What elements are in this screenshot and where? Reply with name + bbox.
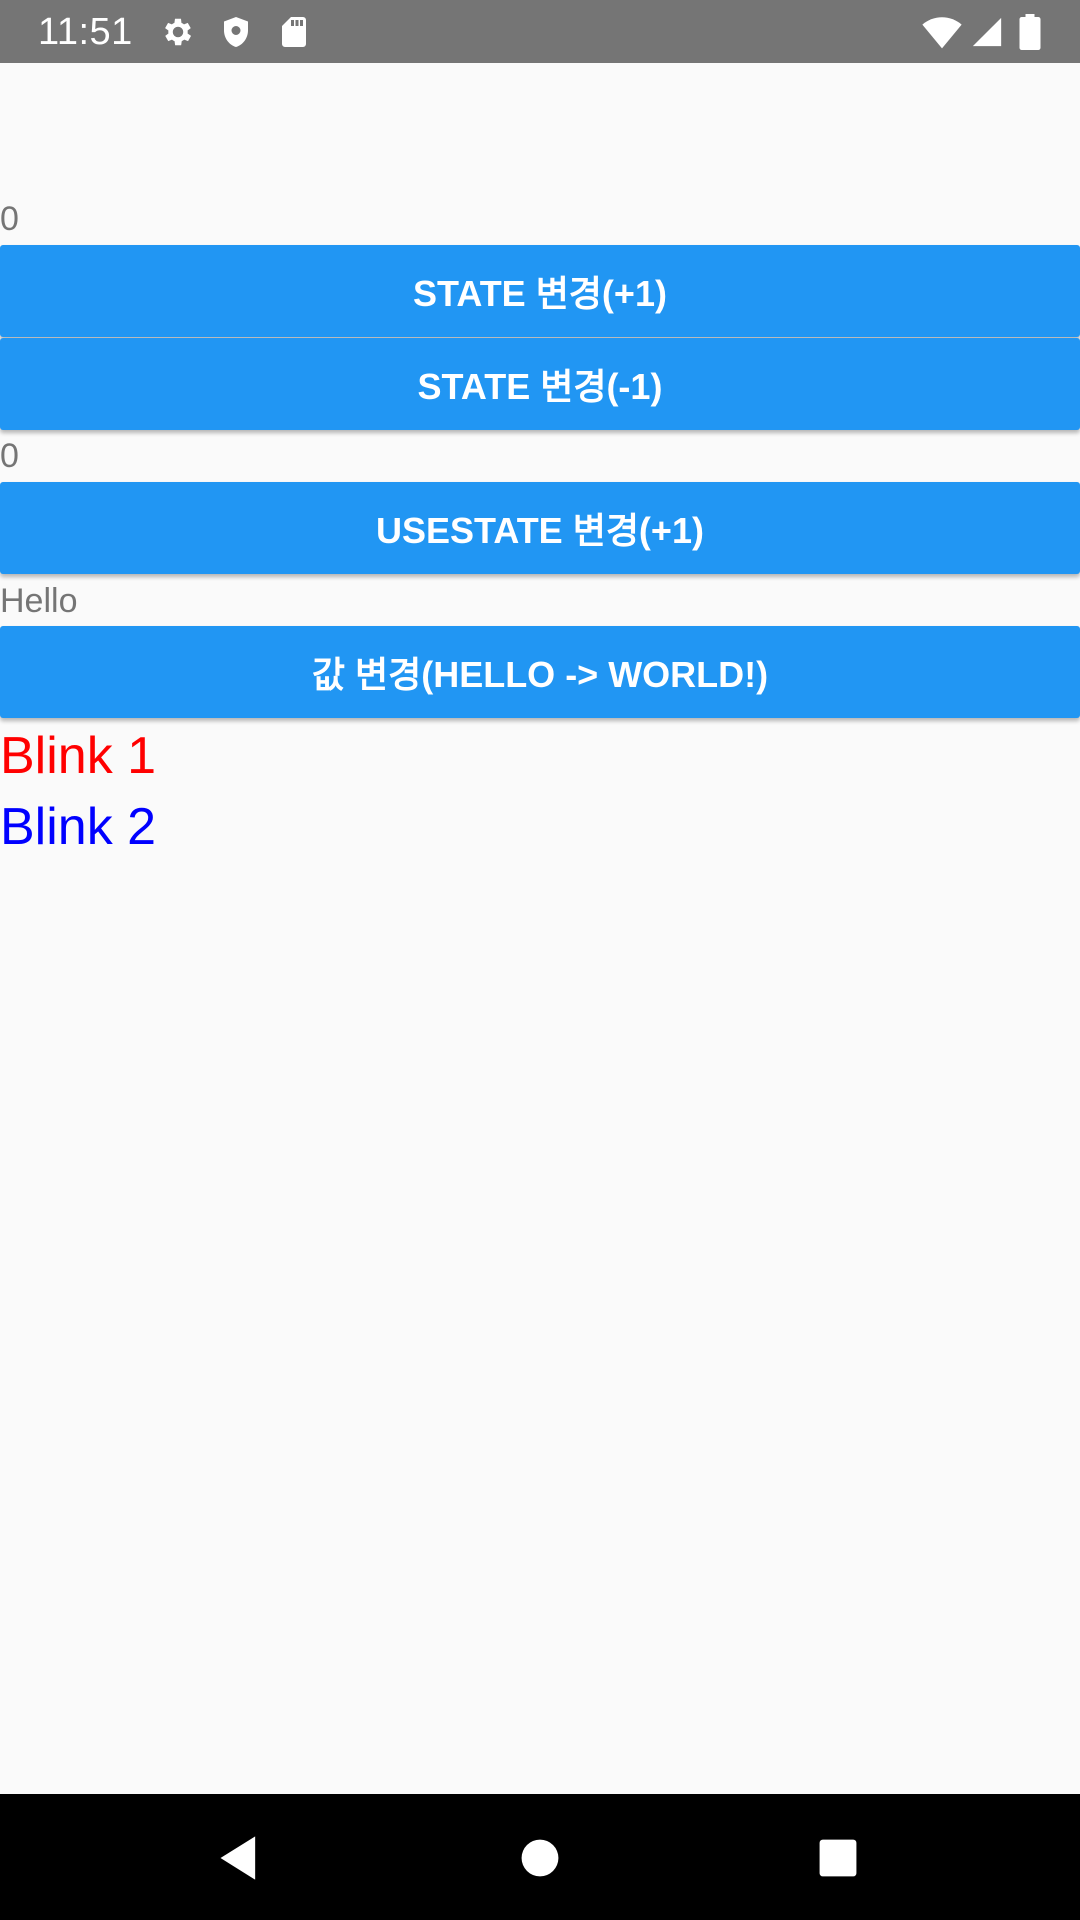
- status-bar: 11:51: [0, 0, 1080, 63]
- usestate-increment-button[interactable]: USESTATE 변경(+1): [0, 482, 1080, 574]
- status-time: 11:51: [38, 11, 133, 53]
- usestate-value-text: 0: [0, 437, 19, 475]
- app-screen: 11:51 0 STATE 변경(+1) STATE 변경(-1) 0 USES…: [0, 0, 1080, 1920]
- state-decrement-button[interactable]: STATE 변경(-1): [0, 338, 1080, 430]
- state-increment-button[interactable]: STATE 변경(+1): [0, 245, 1080, 337]
- blink-1-text: Blink 1: [0, 727, 157, 785]
- back-icon[interactable]: [214, 1832, 266, 1884]
- state-value-text: 0: [0, 200, 19, 238]
- greeting-text: Hello: [0, 582, 78, 620]
- change-value-button[interactable]: 값 변경(HELLO -> WORLD!): [0, 626, 1080, 718]
- gear-icon: [160, 14, 196, 50]
- shield-icon: [218, 14, 254, 50]
- blink-2-text: Blink 2: [0, 798, 157, 856]
- navigation-bar: [0, 1794, 1080, 1920]
- sd-card-icon: [276, 14, 312, 50]
- battery-icon: [1018, 14, 1042, 50]
- signal-icon: [970, 14, 1004, 50]
- recents-icon[interactable]: [812, 1832, 864, 1884]
- wifi-icon: [922, 14, 962, 50]
- home-icon[interactable]: [514, 1832, 566, 1884]
